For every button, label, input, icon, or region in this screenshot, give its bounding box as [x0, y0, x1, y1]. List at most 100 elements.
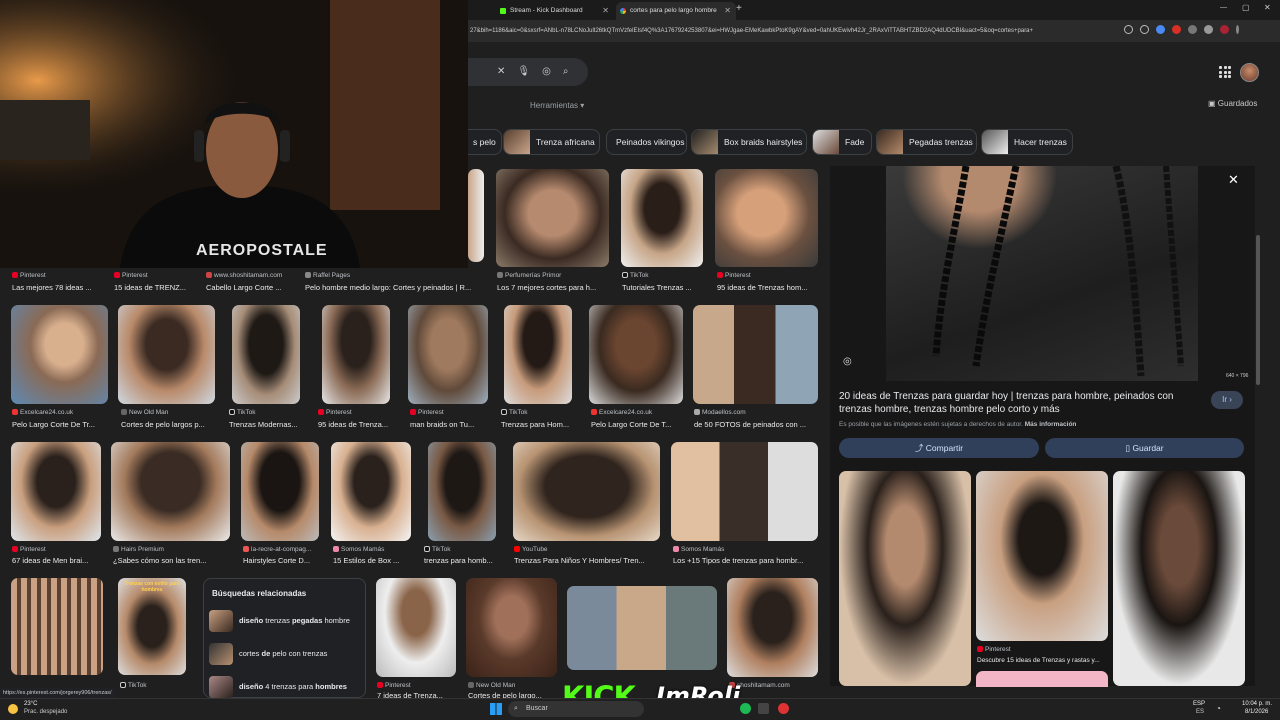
- clock-date[interactable]: 8/1/2026: [1245, 709, 1268, 715]
- result-title[interactable]: Cabello Largo Corte ...: [206, 283, 292, 292]
- result-image[interactable]: [11, 305, 108, 404]
- related-search-item[interactable]: cortes de pelo con trenzas: [209, 642, 359, 666]
- chip-peinados-vikingos[interactable]: Peinados vikingos: [606, 129, 687, 155]
- result-title[interactable]: 67 ideas de Men brai...: [12, 556, 102, 565]
- result-title[interactable]: Trenzas para Hom...: [501, 420, 576, 429]
- extension-icon[interactable]: [1172, 25, 1181, 34]
- result-title[interactable]: 15 ideas de TRENZ...: [114, 283, 202, 292]
- result-title[interactable]: Cortes de pelo largos p...: [121, 420, 216, 429]
- minimize-button[interactable]: —: [1220, 4, 1227, 11]
- result-image[interactable]: [466, 578, 557, 677]
- windows-start-icon[interactable]: [490, 703, 502, 715]
- result-image[interactable]: [408, 305, 488, 404]
- result-title[interactable]: ¿Sabes cómo son las tren...: [113, 556, 228, 565]
- result-image[interactable]: [232, 305, 300, 404]
- mic-icon[interactable]: 🎙: [517, 66, 530, 77]
- result-title[interactable]: Trenzas Modernas...: [229, 420, 305, 429]
- share-icon[interactable]: [1156, 25, 1165, 34]
- more-info-link[interactable]: Más información: [1025, 421, 1077, 428]
- result-image[interactable]: Trenzas con estilo para hombres: [118, 578, 186, 675]
- tab-kick-dashboard[interactable]: Stream - Kick Dashboard ✕: [496, 2, 614, 20]
- chip-pegadas-trenzas[interactable]: Pegadas trenzas: [876, 129, 977, 155]
- result-title[interactable]: Pelo hombre medio largo: Cortes y peinad…: [305, 283, 485, 292]
- result-image[interactable]: [376, 578, 456, 677]
- related-title[interactable]: Descubre 15 ideas de Trenzas y rastas y.…: [977, 657, 1107, 664]
- language[interactable]: ESP: [1193, 701, 1205, 707]
- related-search-item[interactable]: diseño 4 trenzas para hombres: [209, 675, 359, 699]
- result-title[interactable]: Hairstyles Corte D...: [243, 556, 321, 565]
- app-icon[interactable]: [758, 703, 769, 714]
- chip-box-braids[interactable]: Box braids hairstyles: [691, 129, 807, 155]
- search-icon[interactable]: ⌕: [563, 66, 569, 77]
- result-title[interactable]: 15 Estilos de Box ...: [333, 556, 411, 565]
- result-title[interactable]: 95 ideas de Trenza...: [318, 420, 393, 429]
- profile-icon[interactable]: [1220, 25, 1229, 34]
- related-image[interactable]: [976, 471, 1108, 641]
- saved-link[interactable]: ▣ Guardados: [1208, 99, 1257, 108]
- result-title[interactable]: Pelo Largo Corte De T...: [591, 420, 687, 429]
- search-icon[interactable]: [1124, 25, 1133, 34]
- result-image[interactable]: [111, 442, 230, 541]
- related-image[interactable]: [839, 471, 971, 686]
- result-image[interactable]: [11, 578, 103, 675]
- result-image[interactable]: [118, 305, 215, 404]
- lens-search-icon[interactable]: ◎: [843, 356, 852, 367]
- close-icon[interactable]: ✕: [1228, 172, 1239, 188]
- preview-title[interactable]: 20 ideas de Trenzas para guardar hoy | t…: [839, 390, 1179, 416]
- result-image[interactable]: [496, 169, 609, 267]
- result-title[interactable]: de 50 FOTOS de peinados con ...: [694, 420, 818, 429]
- visit-button[interactable]: Ir ›: [1211, 391, 1243, 409]
- clear-icon[interactable]: ✕: [497, 66, 505, 77]
- result-image[interactable]: [567, 586, 717, 670]
- app-icon[interactable]: [740, 703, 751, 714]
- result-image[interactable]: [322, 305, 390, 404]
- related-image[interactable]: [976, 671, 1108, 687]
- taskbar-search[interactable]: ⌕ Buscar: [508, 701, 644, 717]
- maximize-button[interactable]: ▢: [1242, 3, 1250, 12]
- menu-icon[interactable]: [1236, 25, 1239, 34]
- result-title[interactable]: Los +15 Tipos de trenzas para hombr...: [673, 556, 818, 565]
- clock-time[interactable]: 10:04 p. m.: [1242, 701, 1272, 707]
- close-tab-icon[interactable]: ✕: [602, 2, 609, 20]
- zoom-icon[interactable]: [1140, 25, 1149, 34]
- result-image[interactable]: [504, 305, 572, 404]
- result-image[interactable]: [589, 305, 683, 404]
- result-image[interactable]: [331, 442, 411, 541]
- avatar[interactable]: [1240, 63, 1259, 82]
- result-title[interactable]: Las mejores 78 ideas ...: [12, 283, 107, 292]
- result-image[interactable]: [715, 169, 818, 267]
- chip-fade[interactable]: Fade: [812, 129, 872, 155]
- new-tab-button[interactable]: +: [736, 3, 742, 14]
- preview-image[interactable]: [886, 166, 1198, 381]
- result-image[interactable]: [727, 578, 818, 677]
- tools-menu[interactable]: Herramientas ▾: [530, 101, 584, 110]
- result-title[interactable]: 95 ideas de Trenzas hom...: [717, 283, 817, 292]
- close-tab-icon[interactable]: ✕: [724, 2, 731, 20]
- result-title[interactable]: Tutoriales Trenzas ...: [622, 283, 704, 292]
- result-title[interactable]: Los 7 mejores cortes para h...: [497, 283, 607, 292]
- puzzle-icon[interactable]: [1188, 25, 1197, 34]
- tab-google-search[interactable]: cortes para pelo largo hombre ✕: [616, 2, 736, 20]
- chip-hacer-trenzas[interactable]: Hacer trenzas: [981, 129, 1073, 155]
- result-image[interactable]: [513, 442, 660, 541]
- chip-trenza-africana[interactable]: Trenza africana: [503, 129, 600, 155]
- app-icon[interactable]: [778, 703, 789, 714]
- share-button[interactable]: ⤴ Compartir: [839, 438, 1039, 458]
- result-image[interactable]: [468, 169, 484, 262]
- apps-icon[interactable]: [1219, 66, 1231, 78]
- lens-icon[interactable]: ◎: [542, 66, 551, 77]
- scrollbar[interactable]: [1256, 235, 1260, 385]
- result-title[interactable]: Pelo Largo Corte De Tr...: [12, 420, 108, 429]
- result-title[interactable]: Trenzas Para Niños Y Hombres/ Tren...: [514, 556, 659, 565]
- result-image[interactable]: [693, 305, 818, 404]
- star-icon[interactable]: [1204, 25, 1213, 34]
- result-image[interactable]: [671, 442, 818, 541]
- result-title[interactable]: trenzas para homb...: [424, 556, 499, 565]
- related-image[interactable]: [1113, 471, 1245, 686]
- result-image[interactable]: [428, 442, 496, 541]
- related-search-item[interactable]: diseño trenzas pegadas hombre: [209, 609, 359, 633]
- result-image[interactable]: [621, 169, 703, 267]
- save-button[interactable]: ▯ Guardar: [1045, 438, 1244, 458]
- result-image[interactable]: [241, 442, 319, 541]
- close-window-button[interactable]: ✕: [1264, 3, 1271, 12]
